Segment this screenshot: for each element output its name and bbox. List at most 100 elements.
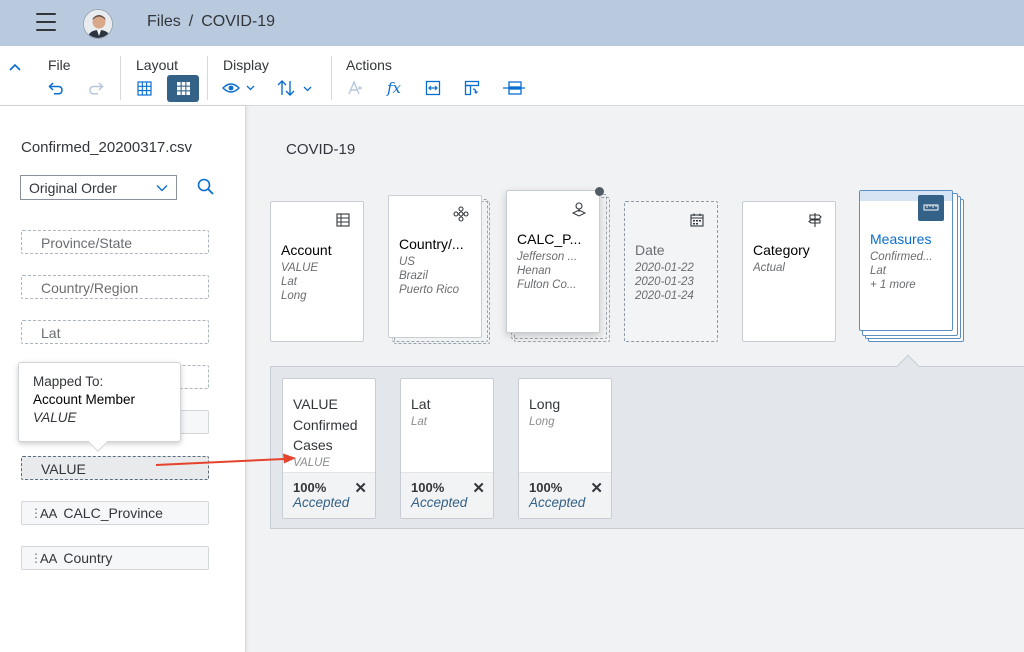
card-title: Date bbox=[635, 242, 665, 258]
mapping-popover: Mapped To: Account Member VALUE bbox=[18, 362, 181, 452]
toolbar-divider bbox=[207, 56, 208, 100]
formula-icon[interactable]: fx bbox=[380, 75, 408, 101]
card-member: 2020-01-23 bbox=[635, 276, 694, 288]
breadcrumb-files-link[interactable]: Files bbox=[147, 13, 181, 31]
card-title: Account bbox=[281, 242, 332, 258]
dimension-card-calc-province[interactable]: CALC_P... Jefferson ... Henan Fulton Co.… bbox=[506, 190, 600, 333]
breadcrumb-current: COVID-19 bbox=[201, 13, 276, 30]
card-member: + 1 more bbox=[870, 279, 916, 291]
member-source: Long bbox=[529, 416, 555, 428]
text-type-icon: AA bbox=[40, 550, 58, 566]
field-country-region[interactable]: Country/Region bbox=[21, 275, 209, 299]
measures-icon bbox=[918, 195, 944, 221]
toolbar-divider bbox=[120, 56, 121, 100]
drag-handle-icon[interactable]: ⋮ bbox=[30, 551, 42, 565]
card-title: CALC_P... bbox=[517, 231, 582, 247]
card-title: Country/... bbox=[399, 236, 464, 252]
member-title: VALUE Confirmed Cases bbox=[293, 396, 358, 453]
card-member: Puerto Rico bbox=[399, 284, 460, 296]
member-detail-panel bbox=[270, 366, 1024, 529]
transform-icon[interactable] bbox=[458, 75, 486, 101]
match-status: Accepted bbox=[529, 495, 586, 510]
member-footer: 100% Accepted ✕ bbox=[283, 472, 375, 518]
member-card-lat[interactable]: Lat Lat 100% Accepted ✕ bbox=[400, 378, 494, 519]
match-status: Accepted bbox=[411, 495, 468, 510]
field-value[interactable]: VALUE bbox=[21, 456, 209, 480]
close-icon[interactable]: ✕ bbox=[354, 479, 367, 497]
signpost-icon bbox=[807, 212, 823, 228]
dimension-card-account[interactable]: Account VALUE Lat Long bbox=[270, 201, 364, 342]
file-group-label: File bbox=[48, 57, 71, 73]
display-group-label: Display bbox=[223, 57, 269, 73]
sort-order-select[interactable]: Original Order bbox=[20, 175, 177, 200]
shell-bar: Files / COVID-19 bbox=[0, 0, 1024, 46]
geo-icon bbox=[453, 206, 469, 222]
undo-icon[interactable] bbox=[42, 75, 70, 101]
field-label: CALC_Province bbox=[63, 505, 163, 521]
field-province-state[interactable]: Province/State bbox=[21, 230, 209, 254]
card-member: Lat bbox=[870, 265, 886, 277]
file-name: Confirmed_20200317.csv bbox=[21, 139, 192, 156]
card-member: VALUE bbox=[281, 262, 319, 274]
collapse-toolbar-icon[interactable] bbox=[9, 60, 21, 75]
field-calc-province[interactable]: ⋮ AA CALC_Province bbox=[21, 501, 209, 525]
split-column-icon[interactable] bbox=[419, 75, 447, 101]
card-member: 2020-01-24 bbox=[635, 290, 694, 302]
search-icon[interactable] bbox=[196, 177, 216, 197]
popover-mapped-to: Mapped To: bbox=[33, 374, 104, 389]
active-indicator-dot bbox=[595, 187, 604, 196]
grid-view-icon[interactable] bbox=[130, 75, 158, 101]
auto-map-icon[interactable] bbox=[341, 75, 369, 101]
field-lat[interactable]: Lat bbox=[21, 320, 209, 344]
member-title: Lat bbox=[411, 396, 431, 412]
close-icon[interactable]: ✕ bbox=[590, 479, 603, 497]
popover-member: VALUE bbox=[33, 410, 77, 425]
toolbar-divider bbox=[331, 56, 332, 100]
close-icon[interactable]: ✕ bbox=[472, 479, 485, 497]
drag-handle-icon[interactable]: ⋮ bbox=[30, 506, 42, 520]
calendar-icon bbox=[689, 212, 705, 228]
card-member: Brazil bbox=[399, 270, 428, 282]
card-member: US bbox=[399, 256, 415, 268]
sort-dropdown-icon[interactable] bbox=[276, 75, 316, 101]
card-member: Lat bbox=[281, 276, 297, 288]
dimension-card-category[interactable]: Category Actual bbox=[742, 201, 836, 342]
card-member: 2020-01-22 bbox=[635, 262, 694, 274]
dimension-card-country[interactable]: Country/... US Brazil Puerto Rico bbox=[388, 195, 482, 338]
avatar[interactable] bbox=[83, 9, 113, 39]
dimension-card-measures[interactable]: Measures Confirmed... Lat + 1 more bbox=[859, 190, 953, 331]
card-member: Confirmed... bbox=[870, 251, 933, 263]
actions-group-label: Actions bbox=[346, 57, 392, 73]
member-card-long[interactable]: Long Long 100% Accepted ✕ bbox=[518, 378, 612, 519]
menu-icon[interactable] bbox=[36, 13, 56, 31]
member-footer: 100% Accepted ✕ bbox=[519, 472, 611, 518]
split-panel-icon[interactable] bbox=[499, 75, 529, 101]
member-source: Lat bbox=[411, 416, 427, 428]
popover-target: Account Member bbox=[33, 392, 136, 407]
card-member: Actual bbox=[753, 262, 785, 274]
member-source: VALUE bbox=[293, 457, 331, 469]
field-country[interactable]: ⋮ AA Country bbox=[21, 546, 209, 570]
tile-view-icon[interactable] bbox=[167, 75, 199, 102]
chevron-down-icon bbox=[156, 181, 168, 195]
card-member: Long bbox=[281, 290, 307, 302]
match-status: Accepted bbox=[293, 495, 350, 510]
member-card-value[interactable]: VALUE Confirmed Cases VALUE 100% Accepte… bbox=[282, 378, 376, 519]
breadcrumb: Files / COVID-19 bbox=[147, 13, 275, 31]
layout-group-label: Layout bbox=[136, 57, 179, 73]
breadcrumb-separator: / bbox=[188, 13, 194, 30]
field-label: Country bbox=[63, 550, 113, 566]
card-member: Henan bbox=[517, 265, 551, 277]
card-title: Category bbox=[753, 242, 810, 258]
dimension-card-date[interactable]: Date 2020-01-22 2020-01-23 2020-01-24 bbox=[624, 201, 718, 342]
redo-icon[interactable] bbox=[82, 75, 110, 101]
member-footer: 100% Accepted ✕ bbox=[401, 472, 493, 518]
card-title: Measures bbox=[870, 231, 932, 247]
canvas-title: COVID-19 bbox=[286, 141, 356, 158]
card-member: Jefferson ... bbox=[517, 251, 578, 263]
account-icon bbox=[335, 212, 351, 228]
eye-dropdown-icon[interactable] bbox=[220, 75, 258, 101]
member-title: Long bbox=[529, 396, 561, 412]
location-pin-icon bbox=[571, 201, 587, 217]
text-type-icon: AA bbox=[40, 505, 58, 521]
